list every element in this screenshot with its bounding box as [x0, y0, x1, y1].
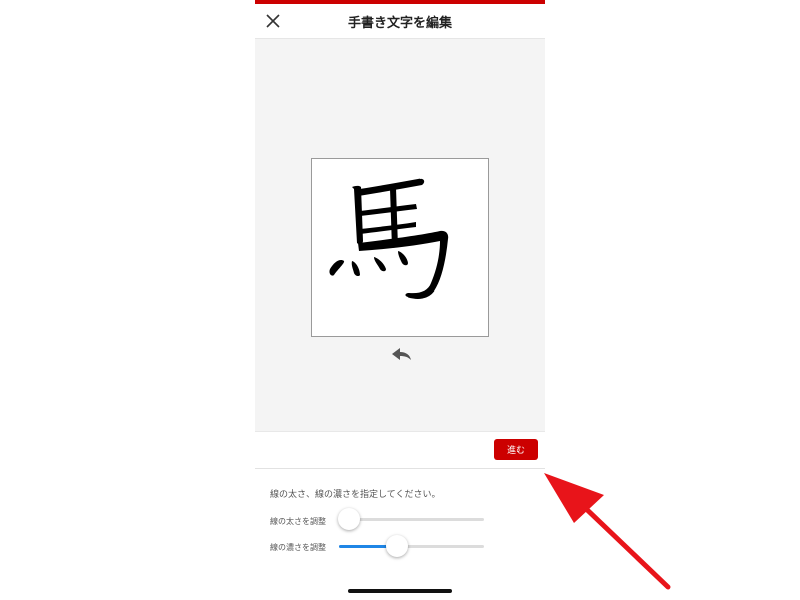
slider-thumb[interactable] — [338, 508, 361, 530]
slider-thumb[interactable] — [386, 535, 408, 557]
handwriting-canvas[interactable] — [311, 158, 489, 337]
header: 手書き文字を編集 — [255, 4, 545, 39]
stroke-width-slider[interactable] — [338, 508, 484, 530]
undo-icon[interactable] — [389, 345, 413, 363]
phone-screen: 手書き文字を編集 進む 線の太さ、線の濃さを指定してください。 線の太さを調整 … — [255, 0, 545, 600]
annotation-arrow-icon — [544, 473, 671, 590]
page-title: 手書き文字を編集 — [347, 16, 452, 31]
action-bar: 進む — [255, 431, 545, 469]
home-indicator — [348, 589, 452, 593]
stroke-width-label: 線の太さを調整 — [270, 517, 326, 526]
handwritten-character — [329, 178, 449, 299]
next-button[interactable]: 進む — [494, 439, 538, 460]
stroke-darkness-label: 線の濃さを調整 — [270, 543, 326, 552]
instruction-text: 線の太さ、線の濃さを指定してください。 — [270, 490, 441, 500]
stroke-darkness-slider[interactable] — [339, 535, 484, 557]
drawing-area — [255, 39, 545, 431]
